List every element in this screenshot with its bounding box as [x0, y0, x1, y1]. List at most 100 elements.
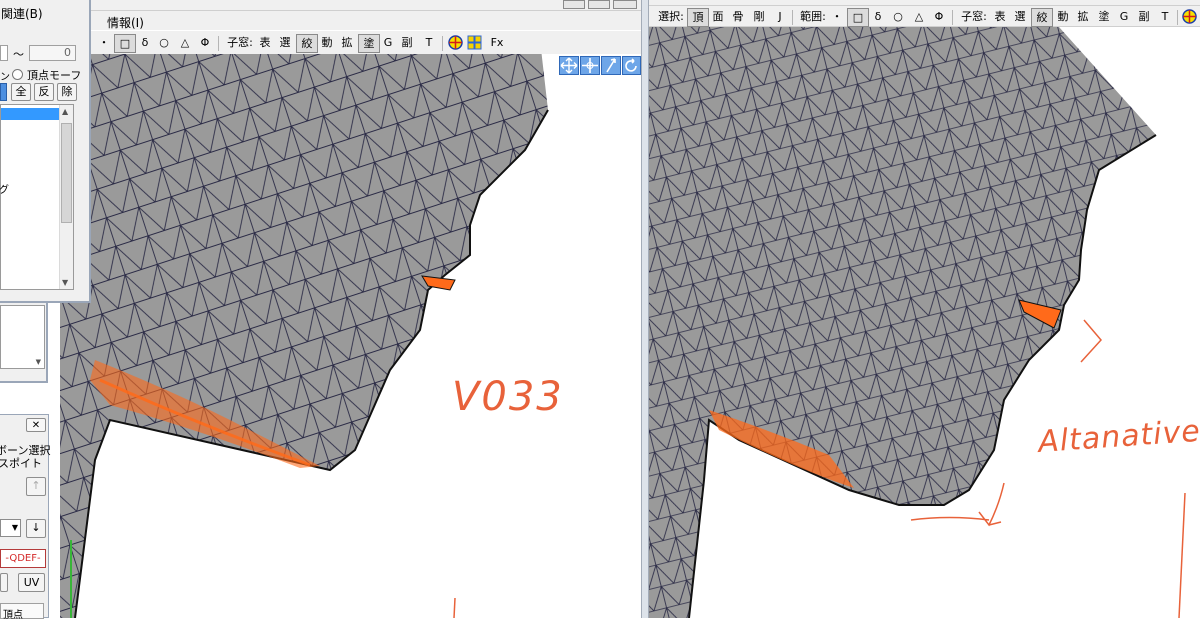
- qdef-button[interactable]: -QDEF-: [0, 549, 46, 568]
- child-group-button[interactable]: G: [381, 34, 395, 51]
- right-mesh-canvas[interactable]: Altanative: [649, 0, 1200, 618]
- vertex-morph-radio[interactable]: [12, 69, 23, 80]
- viewport-divider[interactable]: [641, 0, 649, 618]
- range-circle-button[interactable]: ○: [891, 8, 905, 25]
- select-vertex-button[interactable]: 頂: [687, 8, 709, 27]
- scroll-down-icon[interactable]: ▼: [62, 278, 68, 287]
- child-table-button[interactable]: 表: [992, 8, 1008, 25]
- right-annotation-text: Altanative: [1035, 414, 1200, 460]
- move-up-button[interactable]: ↑: [26, 477, 46, 496]
- window-minimize-button[interactable]: [563, 0, 585, 9]
- child-narrow-button[interactable]: 絞: [1031, 8, 1053, 27]
- morph-list-selected-row[interactable]: [1, 108, 59, 120]
- toolbar-separator: [442, 36, 443, 51]
- tool-delta[interactable]: δ: [138, 34, 152, 51]
- morph-list-item[interactable]: グ: [0, 181, 9, 196]
- child-sub-button[interactable]: 副: [399, 34, 415, 51]
- window-maximize-button[interactable]: [588, 0, 610, 9]
- tool-rect-select[interactable]: □: [114, 34, 136, 53]
- uv-button[interactable]: UV: [18, 573, 45, 592]
- child-t-button[interactable]: T: [422, 34, 436, 51]
- left-viewport[interactable]: V033 情報(I) ・ □ δ ○ △ Φ 子窓: 表 選 絞 動 拡 塗 G…: [0, 0, 641, 618]
- child-group-button[interactable]: G: [1117, 8, 1131, 25]
- range-phi-button[interactable]: Φ: [932, 8, 946, 25]
- pan-view-icon[interactable]: [580, 56, 600, 75]
- toolbar-separator: [952, 10, 953, 25]
- child-window-label: 子窓:: [961, 10, 987, 23]
- child-sub-button[interactable]: 副: [1136, 8, 1152, 25]
- left-toolbar: ・ □ δ ○ △ Φ 子窓: 表 選 絞 動 拡 塗 G 副 T Fx: [90, 31, 641, 54]
- range-tilde: ～: [13, 48, 24, 61]
- tool-dot[interactable]: ・: [98, 34, 110, 51]
- chevron-down-icon: ▼: [11, 523, 18, 532]
- bone-dropdown[interactable]: ▼: [0, 519, 21, 537]
- select-rigid-button[interactable]: 剛: [751, 8, 767, 25]
- child-move-button[interactable]: 動: [319, 34, 335, 51]
- right-annotation-mark: [1178, 492, 1186, 618]
- axis-gizmo-icon[interactable]: [447, 34, 464, 51]
- left-annotation-text: V033: [452, 374, 564, 420]
- child-select-button[interactable]: 選: [1012, 8, 1028, 25]
- child-scale-button[interactable]: 拡: [339, 34, 355, 51]
- range-label: 範囲:: [800, 10, 826, 23]
- child-t-button[interactable]: T: [1158, 8, 1172, 25]
- child-narrow-button[interactable]: 絞: [296, 34, 318, 53]
- right-annotation-arrow-upper: [1080, 319, 1102, 363]
- range-triangle-button[interactable]: △: [912, 8, 926, 25]
- bottom-tab[interactable]: 頂点: [0, 603, 44, 621]
- child-paint-button[interactable]: 塗: [358, 34, 380, 53]
- scroll-thumb[interactable]: [61, 123, 72, 223]
- toolbar-separator: [218, 36, 219, 51]
- select-face-button[interactable]: 面: [710, 8, 726, 25]
- color-grid-icon[interactable]: [466, 34, 483, 51]
- child-table-button[interactable]: 表: [257, 34, 273, 51]
- right-mesh-wire: [649, 27, 1156, 618]
- child-move-button[interactable]: 動: [1055, 8, 1071, 25]
- range-end-spinner[interactable]: 0: [29, 45, 76, 61]
- bottom-tab-label: 頂点: [3, 610, 23, 621]
- right-toolbar: 選択: 頂 面 骨 剛 J 範囲: ・ □ δ ○ △ Φ 子窓: 表 選 絞 …: [649, 6, 1200, 27]
- select-mode-label: 選択:: [658, 10, 684, 23]
- select-joint-button[interactable]: J: [773, 8, 787, 25]
- related-panel: 関連(B) ～ 0 ン 頂点モーフ 全 反 除 グ ▲ ▼: [0, 0, 91, 303]
- rotate-view-icon[interactable]: [622, 56, 641, 75]
- left-mesh-canvas[interactable]: V033: [0, 0, 641, 618]
- tool-circle[interactable]: ○: [157, 34, 171, 51]
- move-view-icon[interactable]: [559, 56, 579, 75]
- bone-tool-panel: ✕ ボーン選択 スポイト ↑ ▼ ↓ -QDEF- UV 頂点: [0, 414, 50, 621]
- green-marker: [70, 540, 72, 618]
- morph-list[interactable]: グ ▲ ▼: [0, 104, 74, 290]
- right-viewport[interactable]: Altanative 選択: 頂 面 骨 剛 J 範囲: ・ □ δ ○ △ Φ…: [649, 0, 1200, 618]
- list-scrollbar[interactable]: ▲ ▼: [59, 105, 73, 289]
- tool-triangle[interactable]: △: [178, 34, 192, 51]
- zoom-view-icon[interactable]: [601, 56, 621, 75]
- axis-gizmo-icon[interactable]: [1181, 8, 1198, 25]
- child-window-label: 子窓:: [227, 36, 253, 49]
- related-menu-title[interactable]: 関連(B): [1, 5, 43, 22]
- remove-button[interactable]: 除: [57, 83, 77, 101]
- left-mesh-wire: [60, 40, 548, 618]
- move-down-button[interactable]: ↓: [26, 519, 46, 538]
- child-select-button[interactable]: 選: [277, 34, 293, 51]
- window-close-button[interactable]: [613, 0, 637, 9]
- invert-selection-button[interactable]: 反: [34, 83, 54, 101]
- select-all-button[interactable]: 全: [11, 83, 31, 101]
- tool-phi[interactable]: Φ: [198, 34, 212, 51]
- range-rect-button[interactable]: □: [847, 8, 869, 27]
- extra-button[interactable]: [0, 573, 8, 592]
- range-start-spinner[interactable]: [0, 45, 8, 61]
- range-delta-button[interactable]: δ: [871, 8, 885, 25]
- child-paint-button[interactable]: 塗: [1096, 8, 1112, 25]
- eyedropper-label: スポイト: [0, 457, 42, 470]
- scroll-down-icon[interactable]: ▼: [36, 358, 41, 366]
- selected-toggle[interactable]: [0, 83, 7, 101]
- select-bone-button[interactable]: 骨: [730, 8, 746, 25]
- bone-panel-close-button[interactable]: ✕: [26, 418, 46, 432]
- range-dot-button[interactable]: ・: [831, 8, 843, 25]
- child-scale-button[interactable]: 拡: [1075, 8, 1091, 25]
- secondary-list[interactable]: ▼: [0, 305, 45, 369]
- qdef-label: -QDEF-: [5, 553, 41, 564]
- fx-button[interactable]: Fx: [488, 34, 506, 51]
- menu-info[interactable]: 情報(I): [107, 14, 144, 31]
- scroll-up-icon[interactable]: ▲: [62, 107, 68, 116]
